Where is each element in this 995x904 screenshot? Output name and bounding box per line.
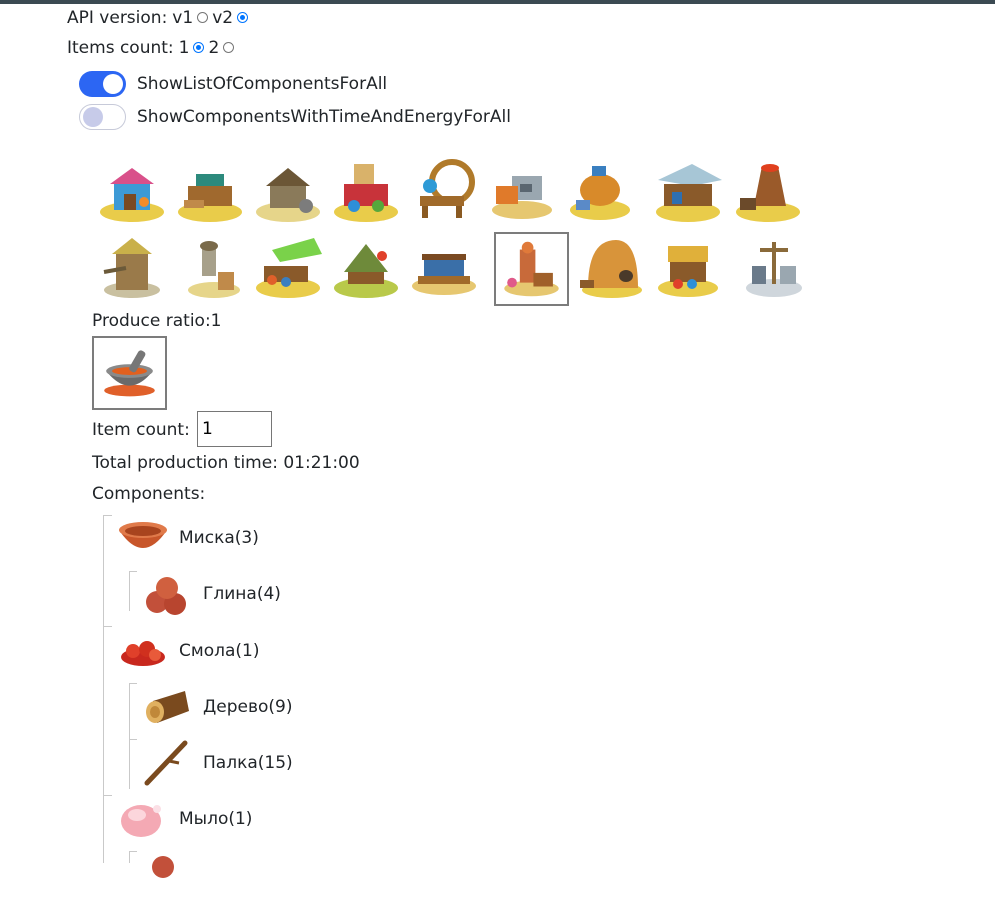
tree-line-root	[103, 515, 104, 863]
component-partial[interactable]	[141, 851, 203, 899]
fruit-stall-icon[interactable]	[252, 232, 324, 304]
toggle-time-energy-switch[interactable]	[79, 104, 126, 130]
components-heading: Components:	[92, 484, 206, 504]
component-log[interactable]: Дерево(9)	[141, 683, 293, 731]
loom-icon[interactable]	[252, 156, 324, 228]
toggle-list-components-switch[interactable]	[79, 71, 126, 97]
items-1-radio[interactable]	[193, 41, 205, 53]
toggle-list-components-row: ShowListOfComponentsForAll	[79, 71, 387, 97]
component-resin-label: Смола(1)	[179, 641, 260, 661]
paint-workshop-icon[interactable]	[96, 156, 168, 228]
api-v2-label: v2	[212, 8, 234, 28]
dye-stall-icon[interactable]	[652, 232, 724, 304]
forge-icon[interactable]	[486, 156, 558, 228]
dye-house-icon[interactable]	[330, 156, 402, 228]
component-bowl-label: Миска(3)	[179, 528, 259, 548]
soap-icon	[117, 795, 169, 843]
items-count-label: Items count:	[67, 38, 174, 58]
component-log-label: Дерево(9)	[203, 697, 293, 717]
bowl-icon	[117, 514, 169, 562]
component-bowl[interactable]: Миска(3)	[117, 514, 259, 562]
market-tent-icon[interactable]	[652, 156, 724, 228]
log-icon	[141, 683, 193, 731]
stick-icon	[141, 739, 193, 787]
api-v2-radio[interactable]	[237, 11, 249, 23]
api-v1-label: v1	[172, 8, 194, 28]
component-soap[interactable]: Мыло(1)	[117, 795, 252, 843]
toggle-list-components-label: ShowListOfComponentsForAll	[137, 74, 388, 94]
farm-tent-icon[interactable]	[330, 232, 402, 304]
mortar-and-pestle-icon[interactable]	[92, 336, 167, 410]
tree-tick	[103, 626, 112, 627]
tree-tick	[103, 795, 112, 796]
tree-tick	[129, 571, 137, 572]
pottery-workshop-icon[interactable]	[494, 232, 569, 306]
tree-line-child	[129, 571, 130, 611]
item-count-input[interactable]	[197, 411, 272, 447]
carpenter-workshop-icon[interactable]	[174, 156, 246, 228]
items-2-radio[interactable]	[223, 41, 235, 53]
windmill-icon[interactable]	[738, 232, 810, 304]
oven-workshop-icon[interactable]	[564, 156, 636, 228]
smelter-icon[interactable]	[732, 156, 804, 228]
tree-tick	[103, 515, 112, 516]
component-stick[interactable]: Палка(15)	[141, 739, 293, 787]
component-resin[interactable]: Смола(1)	[117, 627, 259, 675]
mill-icon[interactable]	[96, 232, 168, 304]
item-count-label: Item count:	[92, 420, 190, 440]
api-version-row: API version: v1 v2	[67, 8, 252, 28]
tree-tick	[129, 683, 137, 684]
component-clay-label: Глина(4)	[203, 584, 281, 604]
tree-tick	[129, 739, 137, 740]
toggle-time-energy-row: ShowComponentsWithTimeAndEnergyForAll	[79, 104, 511, 130]
clay-kiln-icon[interactable]	[574, 232, 646, 304]
toggle-time-energy-label: ShowComponentsWithTimeAndEnergyForAll	[137, 107, 511, 127]
tree-tick	[129, 851, 137, 852]
clay-icon	[141, 851, 193, 899]
produce-ratio-text: Produce ratio:1	[92, 311, 222, 331]
items-2-label: 2	[208, 38, 220, 58]
component-soap-label: Мыло(1)	[179, 809, 253, 829]
tree-line-child	[129, 683, 130, 789]
spinning-wheel-icon[interactable]	[408, 156, 480, 228]
api-version-label: API version:	[67, 8, 168, 28]
workbench-icon[interactable]	[408, 232, 480, 304]
api-v1-radio[interactable]	[197, 11, 209, 23]
items-count-row: Items count: 1 2	[67, 38, 238, 58]
component-stick-label: Палка(15)	[203, 753, 293, 773]
clay-icon	[141, 570, 193, 618]
tree-line-child	[129, 851, 130, 863]
total-production-time: Total production time: 01:21:00	[92, 453, 360, 473]
top-bar	[0, 0, 995, 4]
resin-icon	[117, 627, 169, 675]
items-1-label: 1	[178, 38, 190, 58]
water-tower-icon[interactable]	[174, 232, 246, 304]
component-clay[interactable]: Глина(4)	[141, 570, 281, 618]
